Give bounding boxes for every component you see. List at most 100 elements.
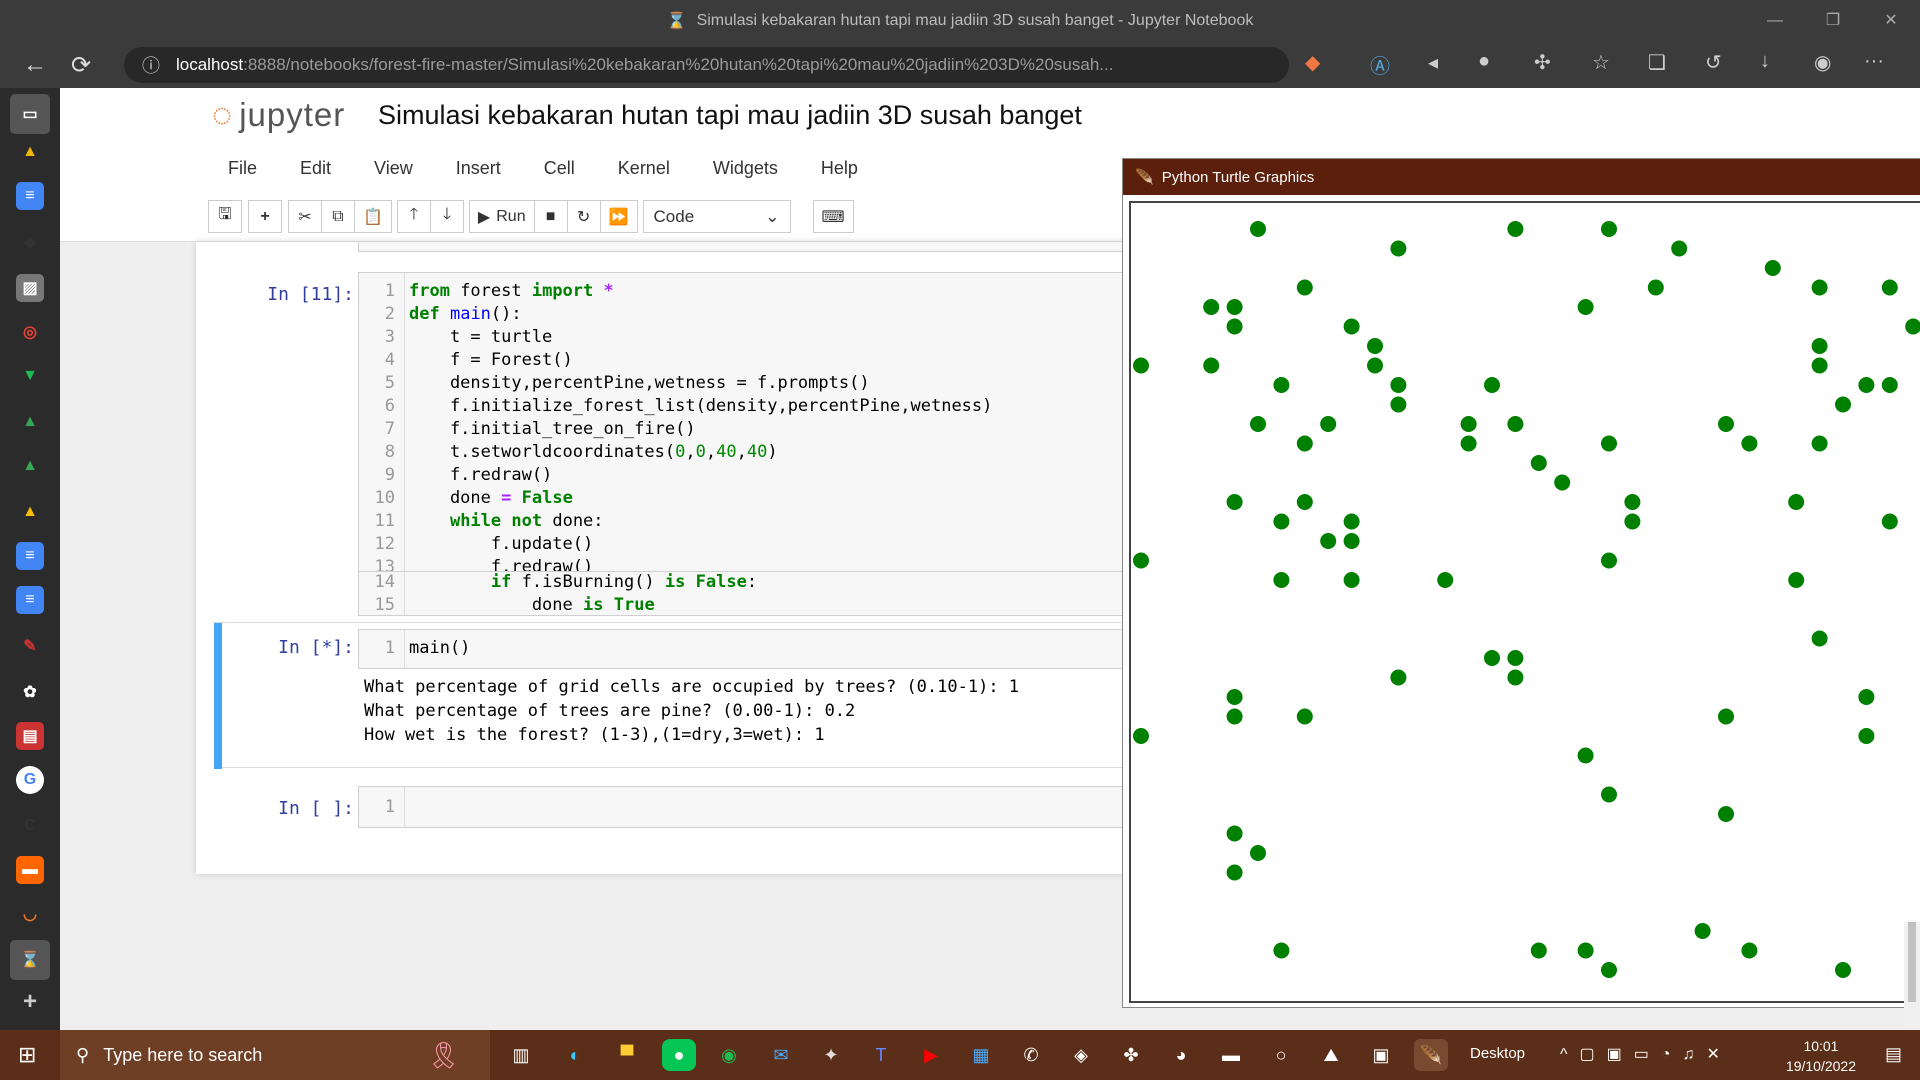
- taskbar-search[interactable]: ⚲ Type here to search 🎗: [60, 1030, 490, 1080]
- tree: [1390, 669, 1407, 686]
- line-number: 12: [374, 534, 395, 554]
- drive-icon[interactable]: ▲: [16, 452, 44, 480]
- notifications-icon[interactable]: ▤: [1885, 1044, 1902, 1065]
- move-up-icon[interactable]: 🡑: [396, 200, 431, 233]
- maximize-button[interactable]: ❐: [1804, 0, 1862, 42]
- download-icon[interactable]: ↓: [1760, 50, 1770, 73]
- drive-icon[interactable]: ▲: [16, 138, 44, 166]
- back-button[interactable]: ←: [12, 51, 58, 79]
- edge-icon[interactable]: ◐: [558, 1039, 592, 1071]
- extension-icon[interactable]: ◆: [1305, 50, 1320, 75]
- menu-widgets[interactable]: Widgets: [713, 158, 778, 179]
- paw-icon[interactable]: ✿: [16, 678, 44, 706]
- add-icon[interactable]: +: [16, 988, 44, 1016]
- add-cell-icon[interactable]: +: [248, 200, 282, 233]
- profile-ghost-icon[interactable]: ●: [1478, 50, 1490, 73]
- menu-view[interactable]: View: [374, 158, 413, 179]
- app-icon[interactable]: ▬: [16, 856, 44, 884]
- translate-icon[interactable]: Ⓐ: [1370, 50, 1390, 79]
- calendar-icon[interactable]: ▦: [964, 1039, 998, 1071]
- app-c-icon[interactable]: C: [16, 812, 44, 840]
- desktop-toolbar[interactable]: Desktop: [1470, 1045, 1525, 1062]
- clock[interactable]: 10:01 19/10/2022: [1786, 1036, 1856, 1076]
- speaker-icon[interactable]: ◂: [1428, 50, 1438, 75]
- terminal-icon[interactable]: ▬: [1214, 1039, 1248, 1071]
- tool-icon[interactable]: ✎: [16, 632, 44, 660]
- jupyter-icon[interactable]: ◡: [16, 900, 44, 928]
- discord-icon[interactable]: ◕: [1164, 1039, 1198, 1071]
- cell-type-select[interactable]: Code ⌄: [642, 200, 791, 233]
- info-icon[interactable]: ⓘ: [142, 52, 160, 78]
- save-icon[interactable]: 🖫: [208, 200, 242, 233]
- menu-file[interactable]: File: [228, 158, 257, 179]
- avatar[interactable]: ◉: [1814, 50, 1831, 75]
- vue-icon[interactable]: ▼: [16, 362, 44, 390]
- teams-icon[interactable]: T: [864, 1039, 898, 1071]
- drive-icon[interactable]: ▲: [16, 408, 44, 436]
- google-icon[interactable]: G: [16, 766, 44, 794]
- image-icon[interactable]: ▨: [16, 274, 44, 302]
- whatsapp-icon[interactable]: ✆: [1014, 1039, 1048, 1071]
- app-icon[interactable]: ▣: [1364, 1039, 1398, 1071]
- notebook-title[interactable]: Simulasi kebakaran hutan tapi mau jadiin…: [378, 100, 1082, 131]
- history-icon[interactable]: ↺: [1705, 50, 1722, 75]
- restart-icon[interactable]: ↻: [566, 200, 601, 233]
- move-down-icon[interactable]: 🡓: [429, 200, 464, 233]
- tree: [1905, 318, 1920, 335]
- fast-forward-icon[interactable]: ⏩: [599, 200, 638, 233]
- puzzle-icon[interactable]: ✣: [1534, 50, 1551, 75]
- chrome-icon[interactable]: ◎: [16, 318, 44, 346]
- page-scrollbar[interactable]: [1904, 922, 1920, 1030]
- mail-icon[interactable]: ✉: [764, 1039, 798, 1071]
- task-view-icon[interactable]: ▥: [504, 1039, 538, 1071]
- app-icon[interactable]: ◈: [1064, 1039, 1098, 1071]
- tree: [1530, 455, 1547, 471]
- scrollbar-thumb[interactable]: [1908, 922, 1916, 1002]
- file-explorer-icon[interactable]: ▀: [610, 1039, 644, 1071]
- jupyter-logo[interactable]: ◌ jupyter: [212, 96, 345, 135]
- tree: [1695, 1001, 1711, 1003]
- pdf-icon[interactable]: ▤: [16, 722, 44, 750]
- copy-icon[interactable]: ⧉: [321, 200, 355, 233]
- menu-insert[interactable]: Insert: [456, 158, 501, 179]
- stop-icon[interactable]: ■: [533, 200, 568, 233]
- reload-button[interactable]: ⟳: [58, 51, 104, 80]
- taskbar: ⊞ ⚲ Type here to search 🎗 ▥ ◐ ▀ ● ◉ ✉ ✦ …: [0, 1030, 1920, 1080]
- line-number: 3: [384, 327, 395, 347]
- python-feather-icon[interactable]: 🪶: [1414, 1039, 1448, 1071]
- clock-time: 10:01: [1803, 1038, 1839, 1054]
- menu-help[interactable]: Help: [821, 158, 858, 179]
- spotify-icon[interactable]: ◉: [712, 1039, 746, 1071]
- app-icon[interactable]: ◆: [16, 228, 44, 256]
- slack-icon[interactable]: ✤: [1114, 1039, 1148, 1071]
- docs-icon[interactable]: ≡: [16, 586, 44, 614]
- app-icon[interactable]: ⛰: [1314, 1039, 1348, 1071]
- favorites-icon[interactable]: ☆: [1592, 50, 1610, 75]
- turtle-canvas[interactable]: [1129, 201, 1920, 1003]
- system-tray[interactable]: ^▢▣▭◔♫✕: [1560, 1044, 1732, 1064]
- menu-edit[interactable]: Edit: [300, 158, 331, 179]
- menu-kernel[interactable]: Kernel: [618, 158, 670, 179]
- docs-icon[interactable]: ≡: [16, 182, 44, 210]
- paste-icon[interactable]: 📋: [354, 200, 392, 233]
- keyboard-icon[interactable]: ⌨: [812, 200, 854, 233]
- address-bar[interactable]: ⓘ localhost:8888/notebooks/forest-fire-m…: [124, 47, 1289, 83]
- docs-icon[interactable]: ≡: [16, 542, 44, 570]
- run-button[interactable]: ▶ Run: [468, 200, 535, 233]
- more-button[interactable]: ···: [1864, 50, 1884, 73]
- hourglass-icon[interactable]: ⌛: [10, 940, 50, 980]
- youtube-icon[interactable]: ▶: [914, 1039, 948, 1071]
- turtle-graphics-window[interactable]: 🪶 Python Turtle Graphics —: [1122, 158, 1920, 1008]
- close-button[interactable]: ✕: [1862, 0, 1920, 42]
- drive-icon[interactable]: ▲: [16, 498, 44, 526]
- menu-cell[interactable]: Cell: [544, 158, 575, 179]
- app-icon[interactable]: ✦: [814, 1039, 848, 1071]
- tree: [1601, 435, 1617, 452]
- tabs-icon[interactable]: ▭: [10, 94, 50, 134]
- minimize-button[interactable]: —: [1746, 0, 1804, 42]
- app-icon[interactable]: ○: [1264, 1039, 1298, 1071]
- cut-icon[interactable]: ✂: [288, 200, 322, 233]
- windows-start-icon[interactable]: ⊞: [18, 1042, 36, 1068]
- collections-icon[interactable]: ❏: [1648, 50, 1666, 75]
- line-icon[interactable]: ●: [662, 1039, 696, 1071]
